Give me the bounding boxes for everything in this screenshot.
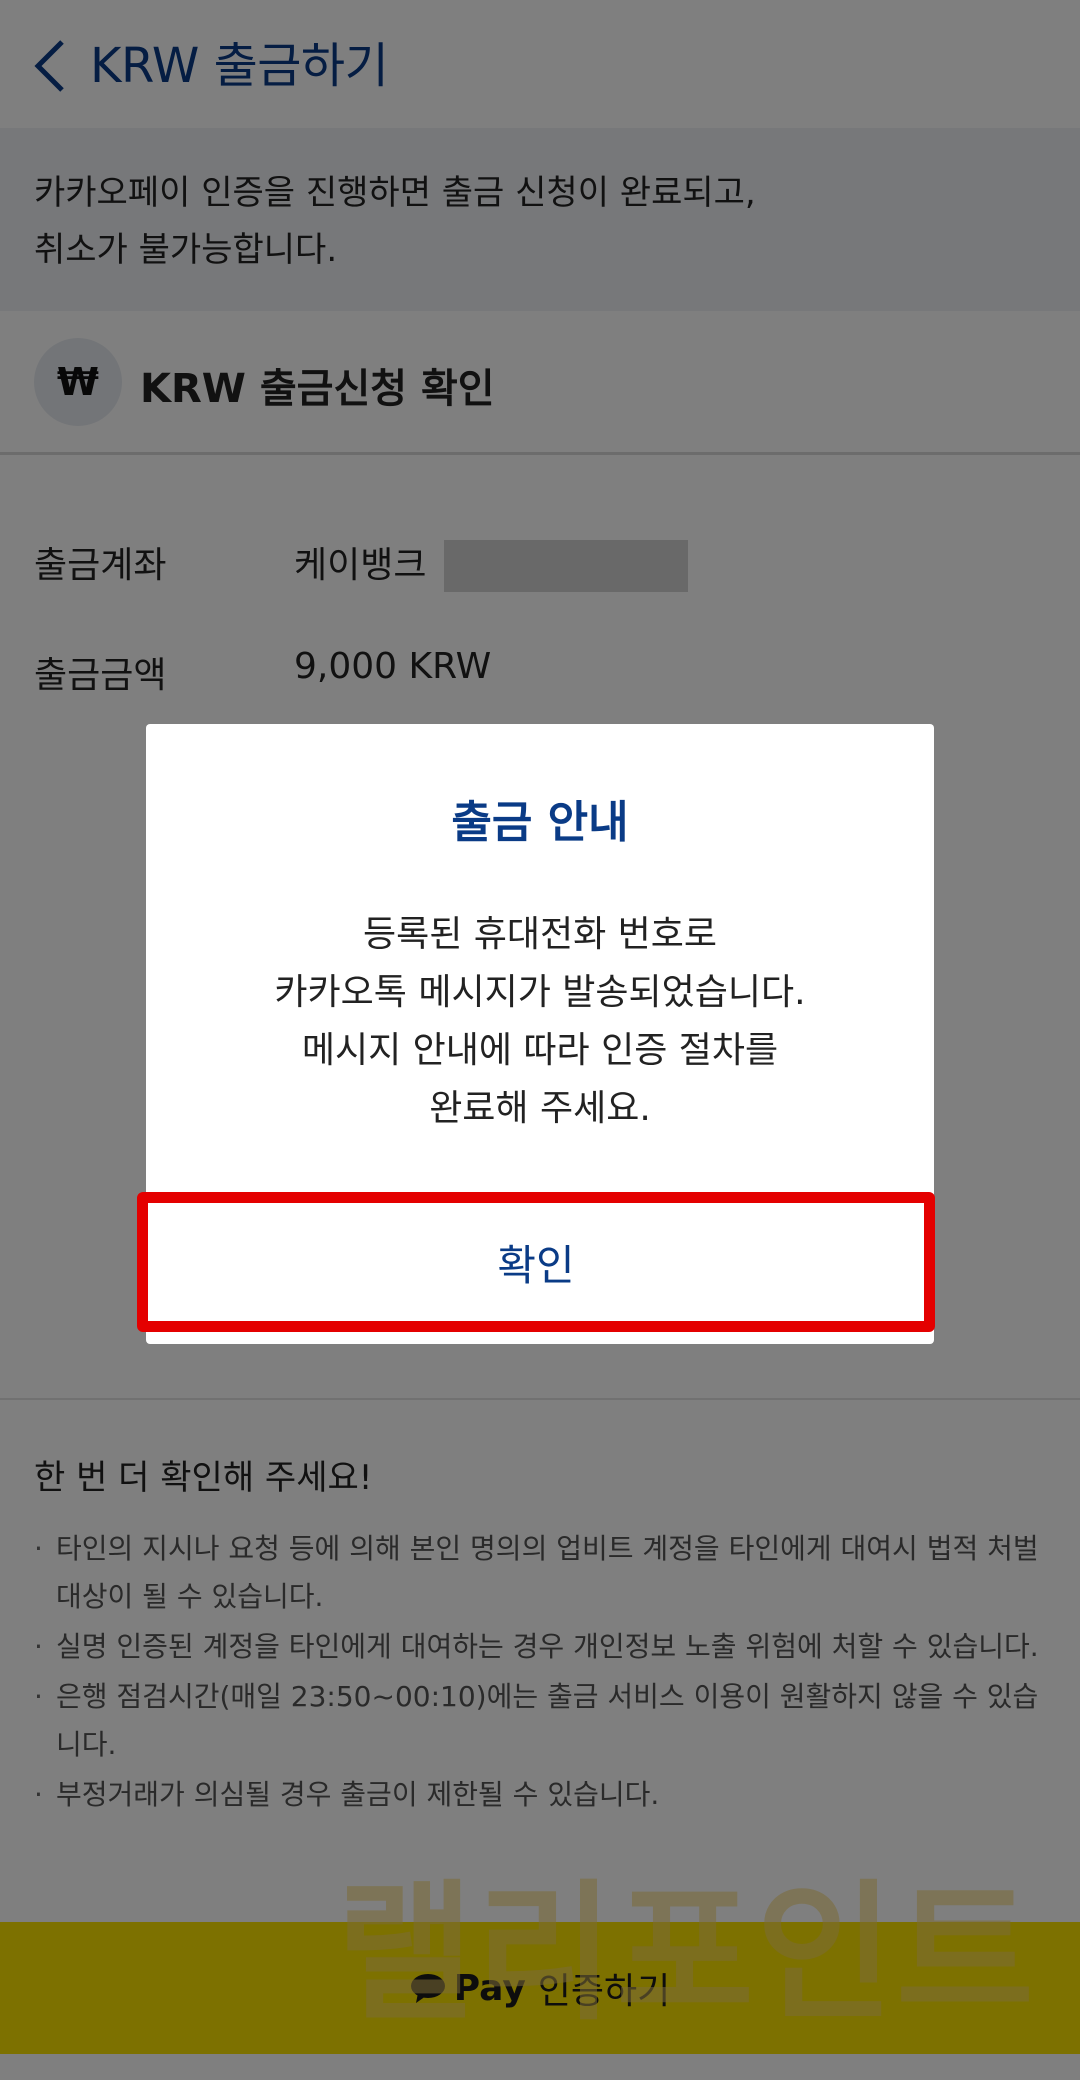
dialog-title: 출금 안내: [451, 797, 629, 848]
dialog-line-3: 메시지 안내에 따라 인증 절차를: [301, 1030, 779, 1071]
dialog-line-2: 카카오톡 메시지가 발송되었습니다.: [274, 972, 806, 1013]
dialog-message: 등록된 휴대전화 번호로 카카오톡 메시지가 발송되었습니다. 메시지 안내에 …: [146, 906, 934, 1138]
dialog-line-4: 완료해 주세요.: [429, 1088, 651, 1129]
dialog-line-1: 등록된 휴대전화 번호로: [362, 914, 718, 955]
confirm-button[interactable]: 확인: [137, 1192, 935, 1332]
